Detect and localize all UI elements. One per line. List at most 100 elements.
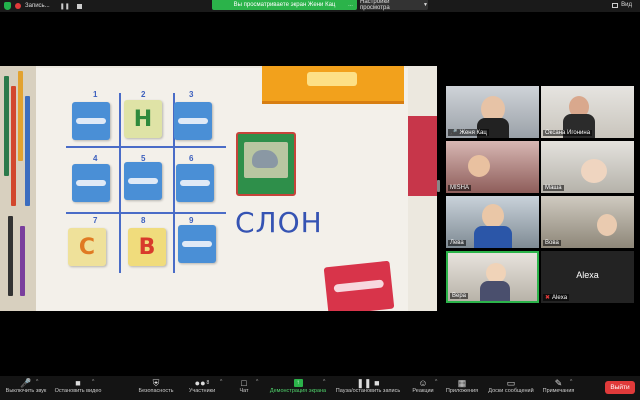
letter-card: С — [68, 228, 106, 266]
participants-button[interactable]: ●● 8 Участники — [186, 378, 218, 394]
mute-label: Выключить звук — [5, 388, 47, 394]
card-back — [176, 164, 214, 202]
participant-tile[interactable]: Лева — [446, 196, 539, 248]
pause-stop-recording-button[interactable]: ❚❚ ■ Пауза/остановить запись — [334, 378, 402, 395]
leave-button[interactable]: Выйти — [605, 381, 635, 394]
video-label: Остановить видео — [54, 388, 102, 394]
view-settings-button[interactable]: Настройки просмотра ▼ — [360, 0, 428, 11]
participant-video — [474, 226, 512, 248]
participant-name: Маша — [545, 185, 562, 191]
video-button[interactable]: ■ Остановить видео — [53, 378, 103, 394]
security-button[interactable]: ⛨ Безопасность — [137, 377, 175, 395]
card-back — [72, 164, 110, 202]
pencil — [20, 226, 25, 296]
letter-card: В — [128, 228, 166, 266]
chevron-up-icon[interactable]: ^ — [256, 379, 258, 385]
apps-icon: ▦ — [457, 377, 467, 388]
participant-tile[interactable]: 🎤 Женя Кац — [446, 86, 539, 138]
whiteboard-icon: ▭ — [506, 377, 516, 388]
chevron-down-icon: ▼ — [423, 2, 428, 8]
pencils-image — [0, 66, 36, 311]
whiteboards-button[interactable]: ▭ Доски сообщений — [485, 377, 537, 395]
chevron-up-icon[interactable]: ^ — [36, 379, 38, 385]
chevron-up-icon[interactable]: ^ — [570, 379, 572, 385]
participant-tile[interactable]: Alexa ✖ Alexa — [541, 251, 634, 303]
elephant-image — [252, 150, 278, 168]
share-banner: Вы просматриваете экран Жени Кац … — [212, 0, 357, 10]
participants-label: Участники — [188, 388, 216, 394]
pencil — [11, 86, 16, 206]
recording-controls: Запись... ❚❚ — [4, 2, 82, 10]
participant-video — [597, 214, 617, 236]
elephant-card — [236, 132, 296, 196]
pause-record-label: Пауза/остановить запись — [335, 388, 401, 394]
chevron-up-icon[interactable]: ^ — [92, 379, 94, 385]
participant-tile[interactable]: MISHA — [446, 141, 539, 193]
participant-video — [486, 263, 506, 283]
security-label: Безопасность — [138, 388, 174, 394]
participant-name: Женя Кац — [459, 129, 487, 136]
red-box-edge — [408, 116, 437, 196]
participants-icon: ●● — [194, 378, 206, 388]
chat-label: Чат — [239, 388, 249, 394]
notes-label: Примечания — [542, 388, 575, 394]
grid-line — [119, 93, 121, 273]
recording-icon — [15, 3, 21, 9]
apps-label: Приложения — [445, 388, 479, 394]
chevron-up-icon[interactable]: ^ — [220, 379, 222, 385]
panel-resize-handle[interactable] — [437, 180, 440, 192]
view-settings-label: Настройки просмотра — [360, 0, 390, 11]
chat-icon: □ — [241, 378, 247, 388]
pencil — [18, 71, 23, 161]
participant-tile[interactable]: Вова — [541, 196, 634, 248]
reactions-icon: ☺ — [418, 378, 428, 388]
grid-view-icon — [612, 2, 619, 8]
participant-name: Alexa — [552, 294, 568, 301]
chevron-up-icon[interactable]: ^ — [323, 379, 325, 385]
grid-line — [66, 212, 226, 214]
chevron-up-icon[interactable]: ^ — [435, 379, 437, 385]
participant-video — [581, 159, 607, 183]
participant-tile-active-speaker[interactable]: Вера — [446, 251, 539, 303]
card-back — [72, 102, 110, 140]
apps-button[interactable]: ▦ Приложения — [444, 377, 480, 395]
grid-number: 7 — [93, 216, 98, 225]
red-card — [323, 260, 395, 311]
reactions-label: Реакции — [412, 388, 434, 394]
reactions-button[interactable]: ☺ Реакции — [411, 378, 435, 394]
chat-button[interactable]: □ Чат — [236, 378, 252, 394]
participant-name: MISHA — [450, 185, 470, 191]
view-button[interactable]: Вид — [612, 2, 632, 8]
notes-icon: ✎ — [554, 377, 563, 388]
whiteboards-label: Доски сообщений — [488, 388, 534, 394]
participant-tile[interactable]: Маша — [541, 141, 634, 193]
chevron-down-icon[interactable]: … — [348, 2, 353, 8]
pause-recording-icon[interactable]: ❚❚ — [60, 3, 70, 10]
shield-icon: ⛨ — [152, 377, 160, 388]
recording-label: Запись... — [25, 3, 50, 9]
grid-number: 9 — [189, 216, 194, 225]
mute-button[interactable]: 🎤 Выключить звук — [4, 377, 48, 395]
grid-number: 1 — [93, 90, 98, 99]
shared-screen: 1 2 3 4 5 6 7 8 9 Н С В СЛОН — [0, 66, 437, 311]
mic-icon: 🎤 — [450, 130, 458, 136]
participant-tile[interactable]: Оксана Игонина — [541, 86, 634, 138]
participant-name: Лева — [450, 240, 464, 246]
pencil — [25, 96, 30, 206]
mic-muted-icon: ✖ — [545, 295, 551, 301]
handwritten-word: СЛОН — [235, 206, 323, 239]
participant-video — [482, 204, 504, 228]
participant-placeholder-name: Alexa — [576, 270, 599, 280]
card-back — [178, 225, 216, 263]
stop-recording-icon[interactable] — [76, 3, 82, 9]
letter-card: Н — [124, 100, 162, 138]
share-screen-label: Демонстрация экрана — [269, 388, 327, 394]
top-bar: Запись... ❚❚ Вы просматриваете экран Жен… — [0, 0, 640, 12]
microphone-icon: 🎤 — [20, 377, 32, 388]
participants-count: 8 — [206, 380, 210, 386]
security-shield-icon[interactable] — [4, 2, 11, 10]
card-back — [174, 102, 212, 140]
share-screen-button[interactable]: ↑ Демонстрация экрана — [268, 378, 328, 394]
game-box — [262, 66, 404, 104]
share-banner-text: Вы просматриваете экран Жени Кац — [233, 2, 336, 8]
